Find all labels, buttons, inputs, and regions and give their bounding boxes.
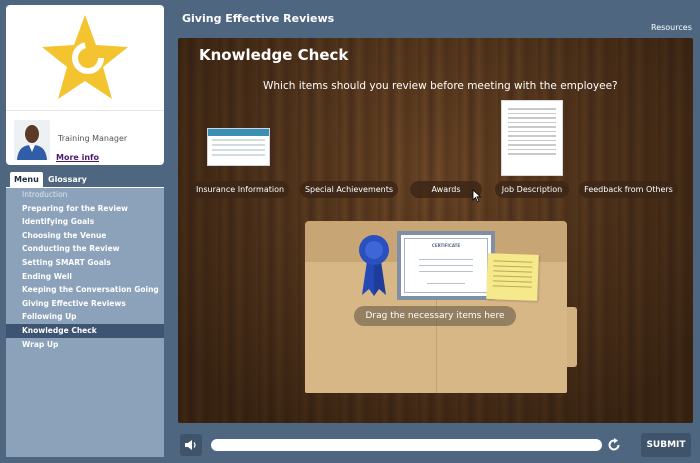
folder-tab xyxy=(567,307,577,367)
audio-button[interactable] xyxy=(180,434,202,456)
tab-menu[interactable]: Menu xyxy=(10,172,43,187)
certificate-text: CERTIFICATE xyxy=(431,243,461,248)
menu-tabs: Menu Glossary xyxy=(6,172,164,187)
menu-item-smart-goals[interactable]: Setting SMART Goals xyxy=(6,256,164,270)
submit-button[interactable]: SUBMIT xyxy=(641,433,691,457)
menu-item-preparing[interactable]: Preparing for the Review xyxy=(6,202,164,216)
menu-item-ending-well[interactable]: Ending Well xyxy=(6,270,164,284)
option-insurance-information[interactable]: Insurance Information xyxy=(191,181,289,198)
question-text: Which items should you review before mee… xyxy=(263,80,618,92)
option-feedback-from-others[interactable]: Feedback from Others xyxy=(579,181,678,198)
certificate-image[interactable]: CERTIFICATE xyxy=(397,231,495,300)
menu-item-identifying-goals[interactable]: Identifying Goals xyxy=(6,215,164,229)
option-special-achievements[interactable]: Special Achievements xyxy=(300,181,398,198)
menu-item-choosing-venue[interactable]: Choosing the Venue xyxy=(6,229,164,243)
slide-title: Knowledge Check xyxy=(199,46,349,64)
logo xyxy=(6,5,164,108)
resources-link[interactable]: Resources xyxy=(651,23,692,32)
more-info-link[interactable]: More info xyxy=(56,153,99,162)
course-title: Giving Effective Reviews xyxy=(182,12,335,25)
progress-bar[interactable] xyxy=(211,439,602,451)
insurance-document-image[interactable] xyxy=(207,128,270,166)
menu-item-knowledge-check[interactable]: Knowledge Check xyxy=(6,323,164,338)
mouse-cursor-icon xyxy=(472,189,482,203)
slide-stage: Knowledge Check Which items should you r… xyxy=(178,38,693,423)
avatar xyxy=(14,120,50,160)
menu-list: Introduction Preparing for the Review Id… xyxy=(6,187,164,457)
drop-zone-label: Drag the necessary items here xyxy=(354,306,516,326)
presenter-row: Training Manager More info xyxy=(6,110,164,165)
speaker-icon xyxy=(185,440,196,450)
menu-item-keeping-conversation[interactable]: Keeping the Conversation Going xyxy=(6,283,164,297)
menu-panel: Menu Glossary Introduction Preparing for… xyxy=(6,172,164,457)
award-ribbon-icon[interactable] xyxy=(358,233,390,297)
job-description-document-image[interactable] xyxy=(501,100,563,176)
star-logo-icon xyxy=(42,15,128,99)
menu-item-introduction[interactable]: Introduction xyxy=(6,188,164,202)
presenter-title: Training Manager xyxy=(58,134,128,143)
menu-item-following-up[interactable]: Following Up xyxy=(6,310,164,324)
tab-glossary[interactable]: Glossary xyxy=(44,172,91,187)
sticky-note-image[interactable] xyxy=(486,253,539,301)
replay-icon[interactable] xyxy=(606,437,622,453)
menu-item-giving-reviews[interactable]: Giving Effective Reviews xyxy=(6,297,164,311)
menu-item-conducting[interactable]: Conducting the Review xyxy=(6,242,164,256)
menu-item-wrap-up[interactable]: Wrap Up xyxy=(6,338,164,352)
presenter-card: Training Manager More info xyxy=(6,5,164,165)
option-job-description[interactable]: Job Description xyxy=(495,181,569,198)
